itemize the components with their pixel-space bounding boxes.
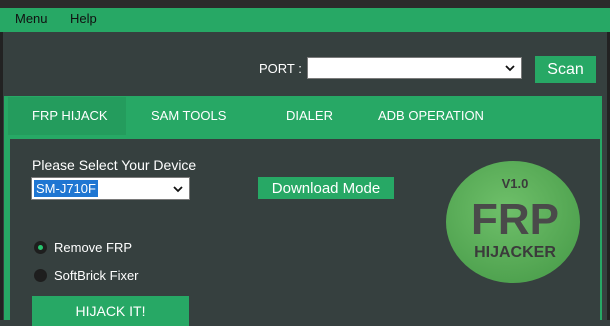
menu-item-menu[interactable]: Menu — [15, 11, 48, 26]
chevron-down-icon — [173, 186, 183, 193]
hijack-button[interactable]: HIJACK IT! — [32, 296, 189, 326]
remove-frp-radio[interactable] — [34, 241, 47, 254]
tab-sam-tools[interactable]: SAM TOOLS — [151, 108, 226, 123]
menu-bar: Menu Help — [0, 8, 610, 32]
device-label: Please Select Your Device — [32, 157, 197, 173]
menu-item-help[interactable]: Help — [70, 11, 97, 26]
softbrick-fixer-radio[interactable] — [34, 269, 47, 282]
download-mode-button[interactable]: Download Mode — [258, 177, 394, 199]
tab-adb-operation[interactable]: ADB OPERATION — [378, 108, 484, 123]
port-label: PORT : — [259, 61, 302, 76]
softbrick-fixer-label[interactable]: SoftBrick Fixer — [54, 268, 139, 283]
logo-subtitle: HIJACKER — [474, 244, 556, 261]
logo-title: FRP — [471, 195, 559, 244]
port-select[interactable] — [307, 57, 522, 79]
frp-hijacker-logo: V1.0 FRP HIJACKER — [446, 161, 580, 283]
tab-frp-hijack[interactable]: FRP HIJACK — [32, 108, 108, 123]
logo-version: V1.0 — [502, 176, 529, 191]
scan-button[interactable]: Scan — [535, 56, 596, 83]
remove-frp-label[interactable]: Remove FRP — [54, 240, 132, 255]
chevron-down-icon — [505, 65, 515, 72]
device-select[interactable]: SM-J710F — [31, 177, 190, 200]
tab-dialer[interactable]: DIALER — [286, 108, 333, 123]
device-select-value: SM-J710F — [34, 180, 98, 197]
window-border-left — [0, 32, 3, 320]
title-bar — [0, 0, 610, 8]
